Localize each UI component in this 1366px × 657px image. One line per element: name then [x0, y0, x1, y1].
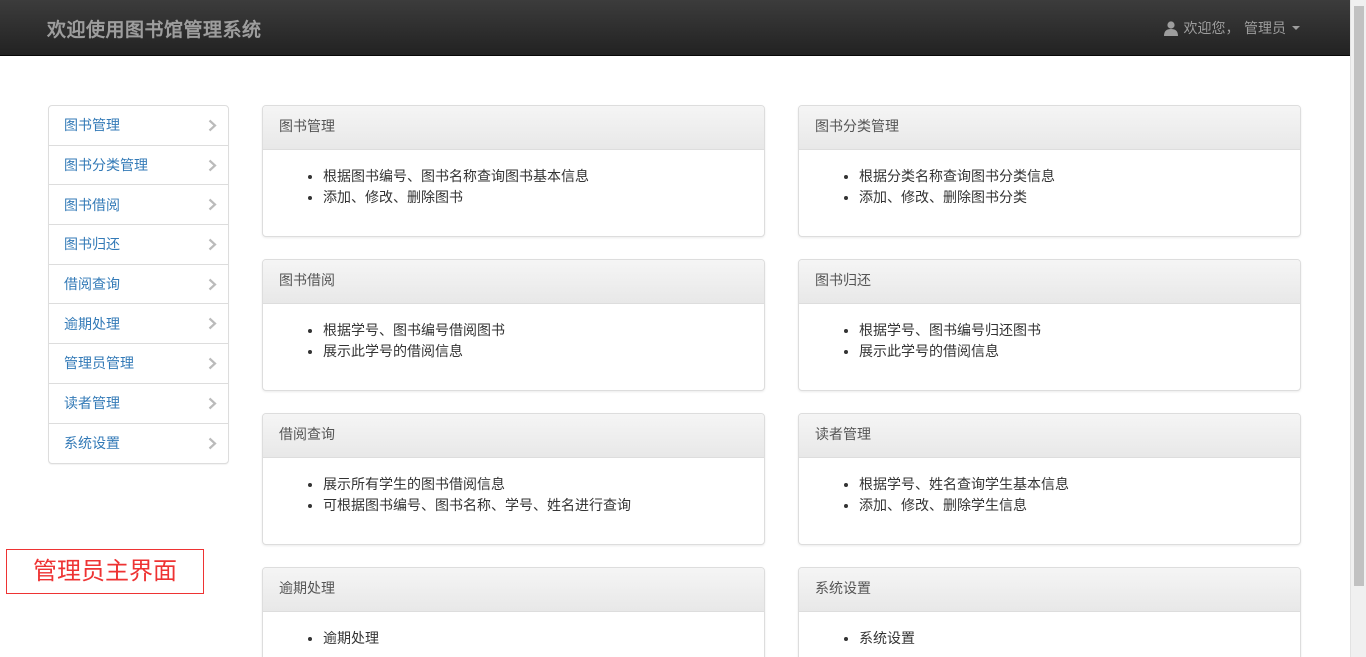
panel-list: 展示所有学生的图书借阅信息 可根据图书编号、图书名称、学号、姓名进行查询: [263, 458, 764, 517]
list-item: 根据学号、姓名查询学生基本信息: [859, 475, 1284, 496]
sidebar-item-borrow[interactable]: 图书借阅: [49, 185, 228, 226]
sidebar-item-label: 图书分类管理: [64, 158, 148, 175]
list-item: 展示此学号的借阅信息: [859, 342, 1284, 363]
sidebar-nav: 图书管理 图书分类管理 图书借阅 图书归还 借阅查询 逾期处理 管理员管理 读者…: [48, 105, 229, 465]
panel-title: 系统设置: [799, 568, 1300, 612]
sidebar-item-label: 管理员管理: [64, 356, 134, 373]
sidebar-item-label: 图书借阅: [64, 197, 120, 214]
chevron-right-icon: [208, 119, 217, 132]
sidebar-item-category-management[interactable]: 图书分类管理: [49, 146, 228, 186]
panel-list: 逾期处理: [263, 612, 764, 650]
vertical-scrollbar[interactable]: [1350, 0, 1366, 657]
sidebar-item-label: 读者管理: [64, 396, 120, 413]
chevron-right-icon: [208, 357, 217, 370]
chevron-right-icon: [208, 397, 217, 409]
panel-borrow-query: 借阅查询 展示所有学生的图书借阅信息 可根据图书编号、图书名称、学号、姓名进行查…: [262, 413, 765, 545]
brand-title[interactable]: 欢迎使用图书馆管理系统: [47, 15, 262, 42]
sidebar-item-label: 逾期处理: [64, 316, 120, 333]
sidebar-item-reader-management[interactable]: 读者管理: [49, 384, 228, 424]
user-menu-label: 欢迎您， 管理员: [1183, 21, 1286, 37]
panel-borrow: 图书借阅 根据学号、图书编号借阅图书 展示此学号的借阅信息: [262, 259, 765, 391]
panel-title: 逾期处理: [263, 568, 764, 612]
panel-book-management: 图书管理 根据图书编号、图书名称查询图书基本信息 添加、修改、删除图书: [262, 105, 765, 237]
sidebar-item-system-settings[interactable]: 系统设置: [49, 424, 228, 464]
panel-category-management: 图书分类管理 根据分类名称查询图书分类信息 添加、修改、删除图书分类: [798, 105, 1301, 237]
list-item: 根据学号、图书编号归还图书: [859, 321, 1284, 342]
panel-reader-management: 读者管理 根据学号、姓名查询学生基本信息 添加、修改、删除学生信息: [798, 413, 1301, 545]
user-dropdown[interactable]: 欢迎您， 管理员: [1163, 18, 1300, 38]
sidebar-item-return[interactable]: 图书归还: [49, 225, 228, 265]
panel-list: 根据图书编号、图书名称查询图书基本信息 添加、修改、删除图书: [263, 150, 764, 209]
chevron-right-icon: [208, 159, 217, 171]
panel-overdue: 逾期处理 逾期处理: [262, 567, 765, 657]
panel-return: 图书归还 根据学号、图书编号归还图书 展示此学号的借阅信息: [798, 259, 1301, 391]
list-item: 可根据图书编号、图书名称、学号、姓名进行查询: [323, 496, 748, 517]
sidebar-item-book-management[interactable]: 图书管理: [49, 106, 228, 146]
panel-title: 读者管理: [799, 414, 1300, 458]
panel-list: 系统设置: [799, 612, 1300, 650]
list-item: 根据学号、图书编号借阅图书: [323, 321, 748, 342]
scrollbar-thumb[interactable]: [1354, 6, 1364, 586]
sidebar-item-label: 图书管理: [64, 118, 120, 135]
sidebar-item-label: 图书归还: [64, 237, 120, 254]
user-icon: [1163, 20, 1178, 36]
list-item: 逾期处理: [323, 629, 748, 650]
sidebar-item-overdue[interactable]: 逾期处理: [49, 304, 228, 345]
chevron-right-icon: [208, 198, 217, 211]
panel-list: 根据分类名称查询图书分类信息 添加、修改、删除图书分类: [799, 150, 1300, 209]
panel-list: 根据学号、姓名查询学生基本信息 添加、修改、删除学生信息: [799, 458, 1300, 517]
panel-title: 图书归还: [799, 260, 1300, 304]
list-item: 展示所有学生的图书借阅信息: [323, 475, 748, 496]
list-item: 添加、修改、删除图书分类: [859, 188, 1284, 209]
list-item: 添加、修改、删除学生信息: [859, 496, 1284, 517]
panel-title: 图书分类管理: [799, 106, 1300, 150]
list-item: 系统设置: [859, 629, 1284, 650]
list-item: 根据分类名称查询图书分类信息: [859, 167, 1284, 188]
caret-down-icon: [1292, 26, 1300, 30]
chevron-right-icon: [208, 437, 217, 450]
sidebar-item-label: 系统设置: [64, 436, 120, 453]
sidebar-item-label: 借阅查询: [64, 277, 120, 294]
chevron-right-icon: [208, 278, 217, 290]
top-navbar: 欢迎使用图书馆管理系统 欢迎您， 管理员: [0, 0, 1350, 56]
panel-list: 根据学号、图书编号归还图书 展示此学号的借阅信息: [799, 304, 1300, 363]
list-item: 根据图书编号、图书名称查询图书基本信息: [323, 167, 748, 188]
panel-list: 根据学号、图书编号借阅图书 展示此学号的借阅信息: [263, 304, 764, 363]
list-item: 展示此学号的借阅信息: [323, 342, 748, 363]
panel-title: 借阅查询: [263, 414, 764, 458]
panel-title: 图书管理: [263, 106, 764, 150]
panel-system-settings: 系统设置 系统设置: [798, 567, 1301, 657]
chevron-right-icon: [208, 238, 217, 251]
sidebar-item-borrow-query[interactable]: 借阅查询: [49, 265, 228, 305]
panel-title: 图书借阅: [263, 260, 764, 304]
sidebar-item-admin-management[interactable]: 管理员管理: [49, 344, 228, 384]
list-item: 添加、修改、删除图书: [323, 188, 748, 209]
chevron-right-icon: [208, 317, 217, 330]
page-caption-label: 管理员主界面: [6, 549, 204, 594]
